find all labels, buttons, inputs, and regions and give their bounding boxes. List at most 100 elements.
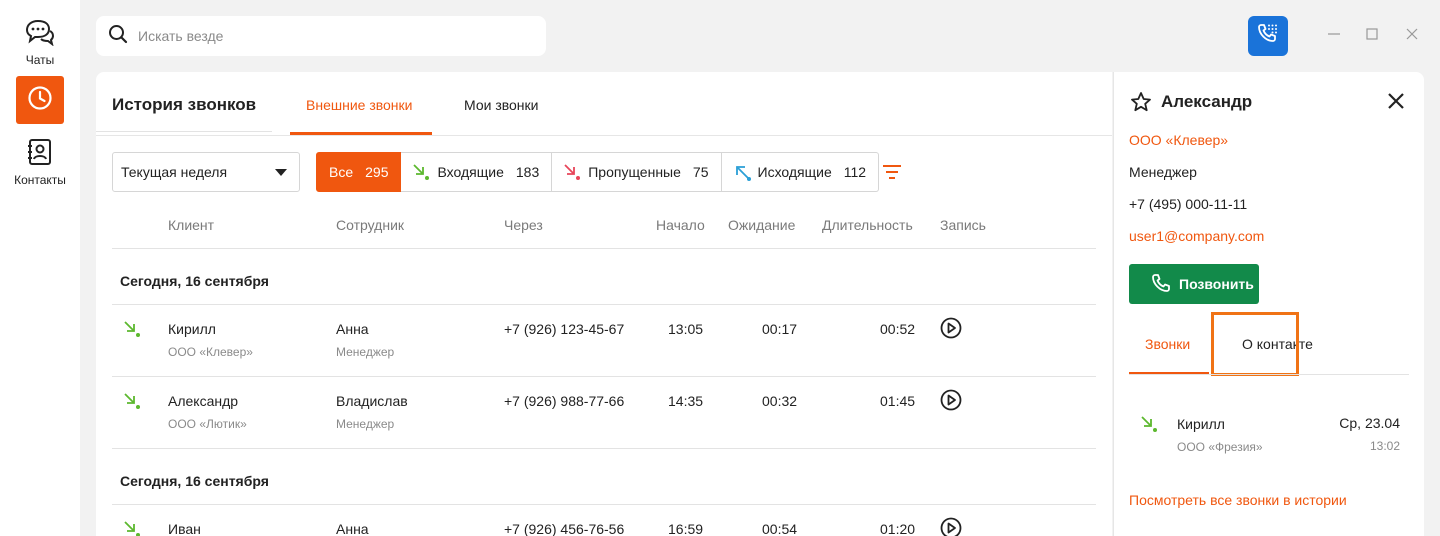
contact-company-link[interactable]: ООО «Клевер» — [1129, 132, 1228, 148]
sidebar-item-chats[interactable]: Чаты — [0, 18, 80, 67]
employee-name: Анна — [336, 321, 369, 337]
via-number: +7 (926) 988-77-66 — [504, 393, 625, 409]
filter-label: Все — [329, 164, 354, 180]
outgoing-call-icon — [732, 162, 752, 182]
date-group-header: Сегодня, 16 сентября — [120, 473, 269, 489]
sidebar-item-history[interactable] — [16, 76, 64, 124]
incoming-call-icon — [411, 162, 431, 182]
highlight-box — [1211, 312, 1299, 376]
filter-settings-button[interactable] — [882, 164, 902, 185]
tab-my-calls[interactable]: Мои звонки — [464, 97, 538, 113]
recent-call-time: 13:02 — [1369, 439, 1400, 453]
duration: 01:45 — [880, 393, 916, 409]
contact-name: Александр — [1161, 92, 1253, 111]
wait-time: 00:54 — [762, 521, 798, 536]
via-number: +7 (926) 123-45-67 — [504, 321, 625, 337]
recent-call-name: Кирилл — [1177, 416, 1225, 432]
play-icon — [940, 317, 962, 339]
column-header-client: Клиент — [168, 217, 215, 233]
period-select[interactable]: Текущая неделя — [112, 152, 300, 192]
caret-down-icon — [275, 169, 287, 176]
employee-name: Анна — [336, 521, 369, 536]
client-company: ООО «Лютик» — [168, 417, 247, 431]
client-name: Иван — [168, 521, 201, 536]
divider — [112, 304, 1096, 305]
divider — [112, 376, 1096, 377]
incoming-call-icon — [122, 519, 142, 536]
date-group-header: Сегодня, 16 сентября — [120, 273, 269, 289]
wait-time: 00:32 — [762, 393, 798, 409]
start-time: 13:05 — [668, 321, 704, 337]
column-header-employee: Сотрудник — [336, 217, 405, 233]
close-icon — [1388, 93, 1404, 109]
call-type-filters: Все 295 Входящие 183 Пропущенные 75 Исхо… — [316, 152, 880, 192]
close-icon — [1406, 27, 1418, 45]
search-icon — [108, 24, 128, 49]
search-input[interactable] — [136, 27, 516, 45]
sidebar-item-contacts[interactable]: Контакты — [0, 138, 80, 187]
favorite-star-button[interactable] — [1130, 91, 1152, 118]
call-contact-button[interactable]: Позвонить — [1129, 264, 1259, 304]
maximize-button[interactable] — [1364, 28, 1380, 44]
filter-outgoing[interactable]: Исходящие 112 — [721, 152, 880, 192]
client-name: Кирилл — [168, 321, 216, 337]
page-title: История звонков — [112, 95, 257, 114]
maximize-icon — [1366, 27, 1378, 45]
column-header-wait: Ожидание — [728, 217, 796, 233]
contact-phone: +7 (495) 000-11-11 — [1129, 196, 1248, 212]
filter-count: 183 — [515, 164, 540, 180]
recent-call-date: Ср, 23.04 — [1339, 415, 1400, 431]
play-icon — [940, 389, 962, 411]
call-label: Позвонить — [1179, 276, 1254, 292]
filter-lines-icon — [882, 165, 902, 184]
filter-label: Входящие — [437, 164, 504, 180]
filter-all[interactable]: Все 295 — [316, 152, 402, 192]
client-company: ООО «Клевер» — [168, 345, 253, 359]
recent-call-company: ООО «Фрезия» — [1177, 440, 1263, 454]
sidebar-item-label: Контакты — [14, 173, 66, 187]
divider — [96, 131, 272, 132]
contact-detail-panel: Александр ООО «Клевер» Менеджер +7 (495)… — [1113, 72, 1424, 536]
filter-count: 295 — [365, 164, 389, 180]
client-name: Александр — [168, 393, 239, 409]
divider — [1129, 374, 1409, 375]
tab-calls[interactable]: Звонки — [1145, 336, 1190, 352]
divider — [112, 448, 1096, 449]
call-history-panel: История звонков Внешние звонки Мои звонк… — [96, 72, 1112, 536]
play-recording-button[interactable] — [940, 317, 962, 339]
start-time: 16:59 — [668, 521, 704, 536]
incoming-call-icon — [122, 319, 142, 344]
sidebar: Чаты Контакты — [0, 0, 80, 536]
duration: 00:52 — [880, 321, 916, 337]
divider — [96, 135, 1112, 136]
phone-dialpad-icon — [1256, 22, 1280, 51]
filter-missed[interactable]: Пропущенные 75 — [552, 152, 722, 192]
employee-role: Менеджер — [336, 417, 395, 431]
contact-position: Менеджер — [1129, 164, 1197, 180]
employee-role: Менеджер — [336, 345, 395, 359]
dialpad-call-button[interactable] — [1248, 16, 1288, 56]
contact-email-link[interactable]: user1@company.com — [1129, 228, 1264, 244]
minimize-button[interactable] — [1326, 28, 1342, 44]
search-bar[interactable] — [96, 16, 546, 56]
contact-book-icon — [26, 139, 54, 170]
filter-incoming[interactable]: Входящие 183 — [401, 152, 553, 192]
phone-icon — [1151, 273, 1171, 296]
clock-icon — [27, 85, 53, 116]
play-icon — [940, 517, 962, 536]
missed-call-icon — [562, 162, 582, 182]
tab-external-calls[interactable]: Внешние звонки — [306, 97, 412, 113]
filter-label: Пропущенные — [588, 164, 681, 180]
view-all-calls-link[interactable]: Посмотреть все звонки в истории — [1129, 492, 1347, 508]
play-recording-button[interactable] — [940, 517, 962, 536]
minimize-icon — [1328, 27, 1340, 45]
close-panel-button[interactable] — [1386, 91, 1406, 116]
filter-label: Исходящие — [757, 164, 832, 180]
play-recording-button[interactable] — [940, 389, 962, 411]
sidebar-item-label: Чаты — [25, 53, 55, 67]
incoming-call-icon — [1139, 414, 1159, 439]
close-window-button[interactable] — [1404, 28, 1420, 44]
star-icon — [1131, 92, 1151, 112]
chat-bubbles-icon — [24, 19, 56, 50]
column-header-duration: Длительность — [822, 217, 913, 233]
